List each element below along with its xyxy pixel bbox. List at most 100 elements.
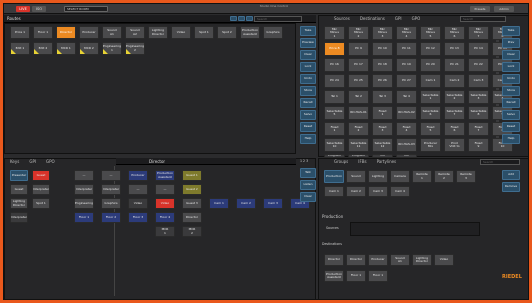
- source-button[interactable]: Fixed 2: [348, 122, 369, 136]
- source-footer-button[interactable]: Program: [348, 154, 369, 158]
- source-button[interactable]: PC 24: [324, 74, 345, 88]
- key-button[interactable]: Guest: [10, 184, 28, 195]
- source-button[interactable]: Mic Minus 6: [444, 26, 465, 40]
- route-button[interactable]: MCR 1: [56, 42, 76, 55]
- source-button[interactable]: Selectable 11: [348, 138, 369, 152]
- destination-button[interactable]: Director: [324, 254, 344, 266]
- groups-side-button[interactable]: Add: [502, 170, 520, 180]
- route-button[interactable]: Lighting Director: [148, 26, 168, 39]
- source-button[interactable]: PC 22: [468, 58, 489, 72]
- source-button[interactable]: Fixed 4: [396, 122, 417, 136]
- key-button[interactable]: Floor 2: [101, 212, 121, 223]
- route-button[interactable]: Producer: [79, 26, 99, 39]
- key-button[interactable]: Spot 1: [32, 198, 50, 209]
- route-button[interactable]: Edit 2: [33, 42, 53, 55]
- destination-button[interactable]: Director: [346, 254, 366, 266]
- key-button[interactable]: Presenter: [10, 170, 28, 181]
- source-button[interactable]: PC 10: [372, 42, 393, 56]
- key-button[interactable]: Interpreter: [32, 184, 50, 195]
- key-button[interactable]: Cam 2: [236, 198, 256, 209]
- keys-side-button[interactable]: Clear: [300, 192, 316, 202]
- source-button[interactable]: PC 26: [372, 74, 393, 88]
- destination-button[interactable]: Floor 1: [368, 270, 388, 282]
- source-button[interactable]: Fixed 5: [420, 122, 441, 136]
- group-button[interactable]: Camera: [390, 170, 410, 183]
- key-button[interactable]: Engineering: [74, 198, 94, 209]
- source-button[interactable]: Tel 2: [348, 90, 369, 104]
- routes-side-button[interactable]: Undo: [300, 74, 316, 84]
- source-button[interactable]: Tel 3: [372, 90, 393, 104]
- key-button[interactable]: Guest 2: [182, 184, 202, 195]
- group-button[interactable]: Remote 1: [412, 170, 432, 183]
- source-button[interactable]: Fixed 1: [324, 122, 345, 136]
- tab-keys[interactable]: Keys: [10, 158, 19, 165]
- source-button[interactable]: PC 13: [444, 42, 465, 56]
- sources-search-input[interactable]: Search: [460, 16, 506, 22]
- source-footer-button[interactable]: Program: [324, 154, 345, 158]
- routes-side-button[interactable]: Take: [300, 26, 316, 36]
- source-button[interactable]: PC 9: [348, 42, 369, 56]
- tab-gpo-keys[interactable]: GPO: [46, 158, 55, 165]
- source-button[interactable]: Mic Minus 1: [324, 26, 345, 40]
- source-button[interactable]: Selectable 10: [324, 138, 345, 152]
- source-button[interactable]: Selectable 1: [420, 90, 441, 104]
- key-button[interactable]: MCR 2: [182, 226, 202, 237]
- route-button[interactable]: Spot 2: [217, 26, 237, 39]
- routes-side-button[interactable]: Reset: [300, 122, 316, 132]
- key-button[interactable]: Floor 1: [74, 212, 94, 223]
- key-button[interactable]: Floor 3: [128, 212, 148, 223]
- key-button[interactable]: MCR 1: [155, 226, 175, 237]
- source-footer-button[interactable]: Off: [396, 154, 417, 158]
- group-button[interactable]: Sound: [346, 170, 366, 183]
- groups-search-input[interactable]: Search: [480, 159, 520, 165]
- key-button[interactable]: Interpreter: [10, 212, 28, 223]
- group-button[interactable]: Cam 1: [324, 186, 344, 197]
- source-button[interactable]: Mic Minus 4: [396, 26, 417, 40]
- routes-side-button[interactable]: Clear: [300, 50, 316, 60]
- keys-side-button[interactable]: Talk: [300, 168, 316, 178]
- key-button[interactable]: —: [155, 184, 175, 195]
- source-footer-button[interactable]: On: [372, 154, 393, 158]
- source-button[interactable]: Producer Mix: [420, 138, 441, 152]
- source-button[interactable]: Selectable 6: [420, 106, 441, 120]
- sources-dropzone[interactable]: [350, 222, 480, 236]
- groups-side-button[interactable]: Remove: [502, 182, 520, 192]
- sources-side-button[interactable]: Prev: [502, 38, 520, 48]
- destination-button[interactable]: Production Assistant: [324, 270, 344, 282]
- sources-side-button[interactable]: Reset: [502, 122, 520, 132]
- route-button[interactable]: Engineering 2: [125, 42, 145, 55]
- sources-side-button[interactable]: Help: [502, 134, 520, 144]
- presets-button[interactable]: Presets: [470, 6, 490, 12]
- sources-side-button[interactable]: Lock: [502, 62, 520, 72]
- source-button[interactable]: Fixed 7: [468, 122, 489, 136]
- source-button[interactable]: PC 21: [444, 58, 465, 72]
- key-button[interactable]: Interpreter: [101, 184, 121, 195]
- source-button[interactable]: Mic Minus 3: [372, 26, 393, 40]
- group-button[interactable]: Remote 3: [456, 170, 476, 183]
- key-button[interactable]: Guest 3: [182, 198, 202, 209]
- source-button[interactable]: PC 17: [348, 58, 369, 72]
- group-button[interactable]: Remote 2: [434, 170, 454, 183]
- route-button[interactable]: Production Assistant: [240, 26, 260, 39]
- source-button[interactable]: Cam 1: [420, 74, 441, 88]
- key-button[interactable]: Interpreter: [74, 184, 94, 195]
- source-button[interactable]: Tel 4: [396, 90, 417, 104]
- destination-button[interactable]: Lighting Director: [412, 254, 432, 266]
- iso-button[interactable]: ISO: [32, 6, 46, 12]
- source-button[interactable]: Selectable 3: [468, 90, 489, 104]
- key-button[interactable]: Guest 1: [182, 170, 202, 181]
- routes-side-button[interactable]: Preview: [300, 38, 316, 48]
- tab-ifbs[interactable]: IFBs: [358, 158, 366, 165]
- tab-gpi[interactable]: GPI: [395, 15, 402, 22]
- video-icon[interactable]: [238, 16, 245, 21]
- live-button[interactable]: LIVE: [16, 6, 30, 12]
- group-button[interactable]: Production: [324, 170, 344, 183]
- audio-icon[interactable]: [246, 16, 253, 21]
- key-button[interactable]: Video: [128, 198, 148, 209]
- source-button[interactable]: RD-HAS-03: [396, 138, 417, 152]
- source-button[interactable]: Mic Minus 2: [348, 26, 369, 40]
- routes-side-button[interactable]: Help: [300, 134, 316, 144]
- sources-side-button[interactable]: Recall: [502, 98, 520, 108]
- tab-groups[interactable]: Groups: [334, 158, 348, 165]
- source-button[interactable]: PC 11: [396, 42, 417, 56]
